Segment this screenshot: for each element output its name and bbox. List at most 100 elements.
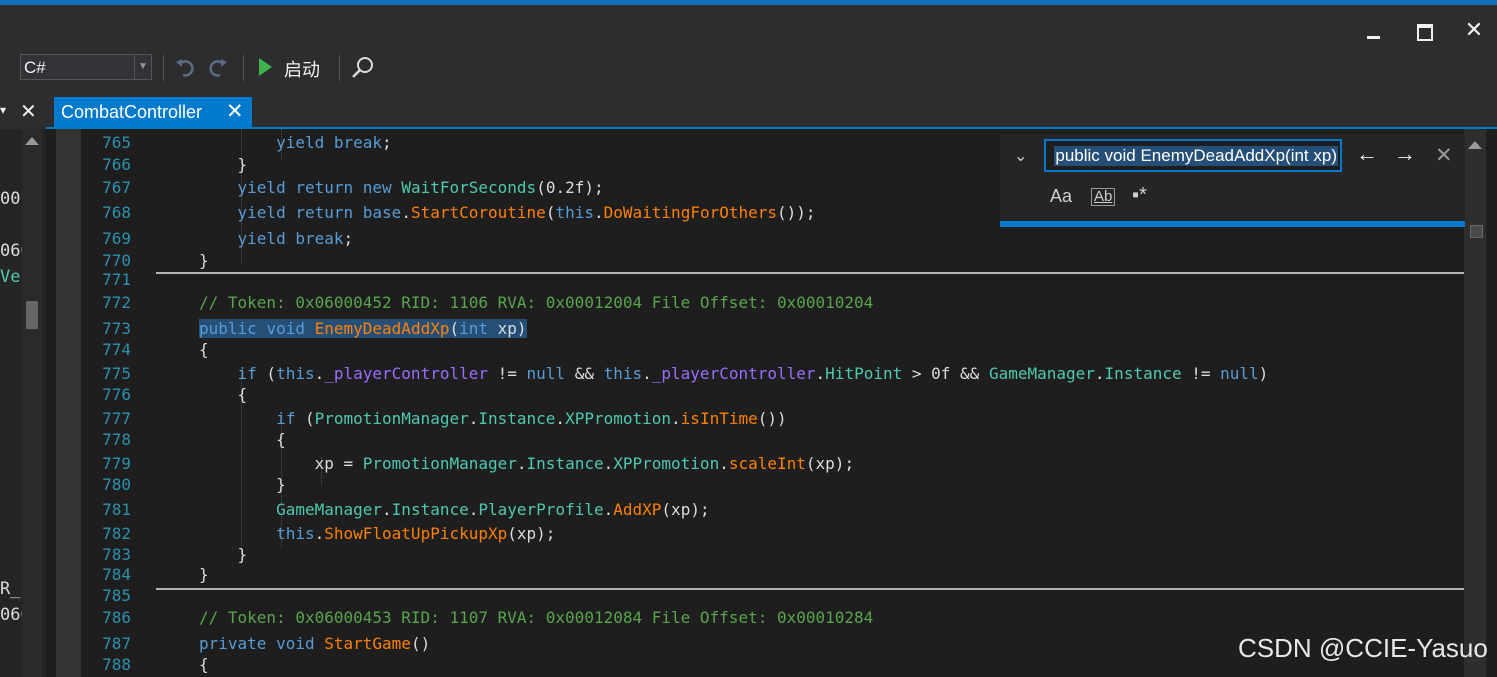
editor-scrollbar[interactable]: [1464, 129, 1486, 677]
toolbar-separator: [243, 55, 244, 81]
regex-toggle[interactable]: ▪*: [1132, 184, 1147, 207]
line-number: 785: [102, 586, 131, 605]
undo-icon[interactable]: [174, 56, 196, 78]
code-line: {: [199, 340, 209, 360]
chevron-down-icon[interactable]: ▾: [0, 103, 6, 117]
expand-replace-chevron-icon[interactable]: ⌄: [1014, 146, 1027, 166]
code-token: xp =: [199, 454, 363, 473]
code-line: xp = PromotionManager.Instance.XPPromoti…: [199, 454, 854, 474]
close-window-button[interactable]: ✕: [1459, 15, 1489, 45]
code-token: // Token: 0x06000453 RID: 1107 RVA: 0x00…: [199, 608, 874, 627]
line-number: 777: [102, 409, 131, 428]
code-token: Instance: [526, 454, 604, 473]
code-line: if (this._playerController != null && th…: [199, 364, 1269, 384]
code-token: !=: [488, 364, 527, 383]
scrollbar-thumb[interactable]: [26, 301, 38, 329]
code-token: }: [199, 155, 248, 174]
code-token: DoWaitingForOthers: [603, 203, 778, 222]
code-token: .: [314, 364, 325, 383]
code-token: void: [266, 319, 305, 338]
minimize-button[interactable]: [1358, 15, 1388, 45]
find-input[interactable]: public void EnemyDeadAddXp(int xp): [1044, 139, 1342, 172]
code-line: }: [199, 251, 209, 271]
code-line: }: [199, 155, 248, 175]
code-token: [304, 319, 315, 338]
find-widget-accent: [1000, 221, 1465, 227]
code-token: }: [199, 545, 248, 564]
code-token: base: [362, 203, 402, 222]
chevron-down-icon[interactable]: ▼: [134, 55, 151, 79]
code-token: ): [1258, 364, 1269, 383]
code-token: [256, 319, 267, 338]
play-icon[interactable]: [259, 58, 272, 76]
code-token: (: [295, 409, 315, 428]
code-token: .: [603, 500, 614, 519]
start-button[interactable]: 启动: [284, 56, 320, 82]
code-token: .: [815, 364, 826, 383]
code-token: // Token: 0x06000452 RID: 1106 RVA: 0x00…: [199, 293, 874, 312]
redo-icon[interactable]: [207, 56, 229, 78]
code-line: public void EnemyDeadAddXp(int xp): [199, 319, 527, 339]
code-token: .: [401, 203, 411, 222]
code-token: .: [642, 364, 652, 383]
language-select[interactable]: C# ▼: [20, 54, 152, 80]
left-panel-fragment: 00: [0, 189, 21, 209]
code-token: if: [237, 364, 257, 383]
code-token: XPPromotion: [565, 409, 672, 428]
line-number: 787: [102, 634, 131, 653]
find-next-arrow-icon[interactable]: →: [1394, 141, 1416, 167]
code-token: int: [459, 319, 489, 338]
code-line: // Token: 0x06000452 RID: 1106 RVA: 0x00…: [199, 293, 873, 313]
code-token: _playerController: [324, 364, 488, 383]
maximize-button[interactable]: [1409, 15, 1439, 45]
search-icon[interactable]: [350, 55, 376, 81]
code-token: .: [1094, 364, 1105, 383]
tab-label: CombatController: [61, 102, 203, 122]
line-number: 775: [102, 364, 131, 383]
line-number: 776: [102, 385, 131, 404]
method-separator: [156, 272, 1464, 274]
code-token: scaleInt: [728, 454, 806, 473]
close-icon[interactable]: ✕: [20, 99, 37, 124]
left-panel-scrollbar[interactable]: [22, 129, 42, 677]
code-token: .: [516, 454, 527, 473]
code-token: StartGame: [324, 634, 411, 653]
tab-combatcontroller[interactable]: CombatController ✕: [54, 97, 252, 129]
code-line: }: [199, 545, 248, 565]
find-close-icon[interactable]: ✕: [1435, 143, 1453, 168]
code-line: {: [199, 430, 286, 450]
code-token: ShowFloatUpPickupXp: [324, 524, 508, 543]
code-token: null: [526, 364, 566, 383]
tab-close-icon[interactable]: ✕: [226, 99, 244, 124]
code-token: HitPoint: [825, 364, 903, 383]
code-token: this: [555, 203, 594, 222]
line-number: 778: [102, 430, 131, 449]
code-token: (xp);: [507, 524, 556, 543]
match-case-toggle[interactable]: Aa: [1050, 186, 1072, 207]
code-token: break: [295, 229, 344, 248]
code-token: StartCoroutine: [410, 203, 546, 222]
scroll-up-arrow-icon[interactable]: [1468, 141, 1482, 149]
code-line: GameManager.Instance.PlayerProfile.AddXP…: [199, 500, 710, 520]
code-token: ());: [777, 203, 816, 222]
code-token: .: [671, 409, 681, 428]
code-line: // Token: 0x06000453 RID: 1107 RVA: 0x00…: [199, 608, 873, 628]
title-bar: ✕: [0, 5, 1497, 47]
code-line: }: [199, 565, 209, 585]
whole-word-toggle[interactable]: Ab: [1091, 188, 1116, 206]
code-token: this: [603, 364, 643, 383]
find-previous-arrow-icon[interactable]: ←: [1356, 141, 1378, 167]
indicator-margin: [56, 129, 81, 677]
line-number: 771: [102, 270, 131, 289]
line-number: 766: [102, 155, 131, 174]
code-token: yield: [237, 229, 286, 248]
scroll-up-arrow-icon[interactable]: [25, 137, 39, 145]
